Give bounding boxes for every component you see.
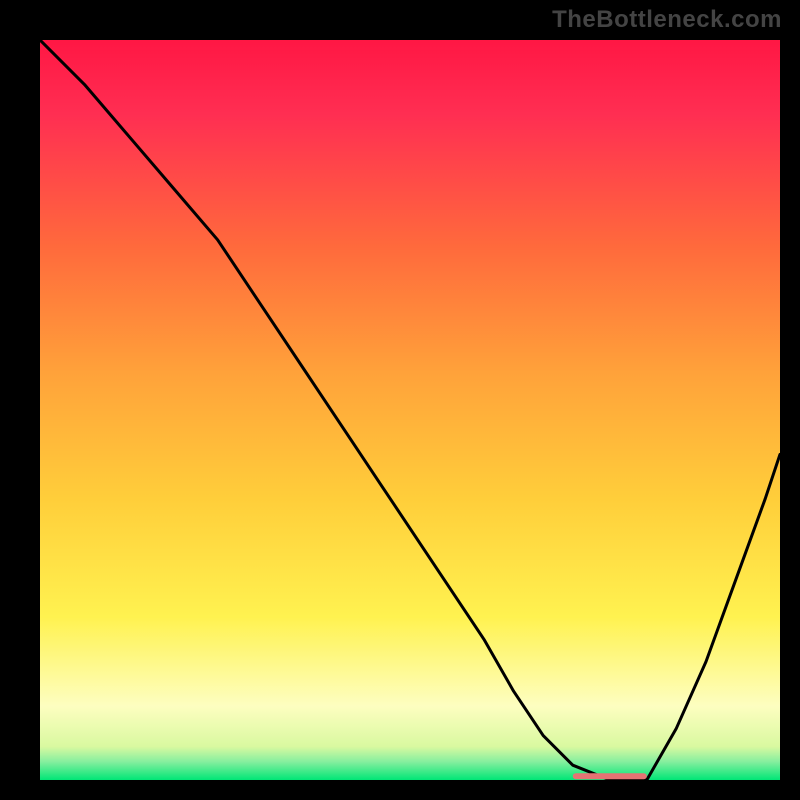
chart-svg [40,40,780,780]
chart-background [40,40,780,780]
selected-range-marker [573,773,647,779]
watermark-text: TheBottleneck.com [552,6,782,34]
chart-area [40,40,780,780]
